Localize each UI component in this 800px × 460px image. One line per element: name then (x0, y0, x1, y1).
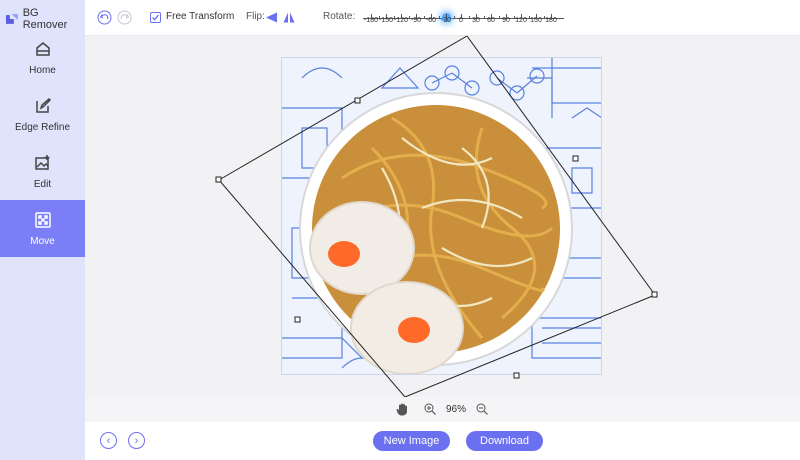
undo-icon[interactable] (97, 10, 112, 25)
app-title: BG Remover (22, 7, 68, 31)
brand: BG Remover (4, 7, 85, 31)
flip-vertical-icon[interactable] (283, 12, 295, 23)
rotate-tick-label: -180 (363, 17, 379, 24)
download-button[interactable]: Download (466, 431, 543, 451)
rotate-minor-tick (408, 16, 410, 19)
rotate-slider[interactable]: -180 -150 -120 -90 -60 -30 0 30 60 90 120 150 180 (361, 5, 566, 31)
rotate-tick-label: -30 (440, 17, 452, 24)
image-edit-icon (34, 154, 49, 170)
sidebar-item-move[interactable]: Move (0, 200, 85, 257)
rotate-label: Rotate: (323, 11, 356, 22)
transform-handle[interactable] (651, 291, 658, 298)
rotate-tick-label: 180 (545, 17, 557, 24)
canvas[interactable] (85, 36, 800, 397)
rotate-tick-label: 0 (459, 17, 463, 24)
noodle-bowl-image (282, 58, 601, 374)
sidebar: BG Remover Home Edge Refine Edit Move (0, 0, 85, 460)
edge-refine-icon (35, 97, 51, 113)
rotate-minor-tick (483, 16, 485, 19)
transform-handle[interactable] (215, 176, 222, 183)
chevron-right-icon: › (134, 434, 139, 447)
rotate-tick-label: -150 (378, 17, 394, 24)
redo-icon[interactable] (117, 10, 132, 25)
zoom-level: 96% (446, 404, 467, 415)
free-transform-label: Free Transform (166, 11, 235, 22)
rotate-tick-label: 30 (472, 17, 480, 24)
rotate-tick-label: -120 (393, 17, 409, 24)
next-button[interactable]: › (128, 432, 145, 449)
previous-button[interactable]: ‹ (100, 432, 117, 449)
free-transform-checkbox[interactable] (150, 12, 161, 23)
hand-pan-icon[interactable] (396, 403, 408, 416)
rotate-minor-tick (468, 16, 470, 19)
sidebar-item-edge-refine[interactable]: Edge Refine (0, 86, 85, 143)
checkmark-icon (152, 14, 160, 21)
food-image[interactable] (281, 57, 602, 375)
rotate-minor-tick (498, 16, 500, 19)
rotate-tick-label: 120 (515, 17, 527, 24)
rotate-tick-label: 60 (487, 17, 495, 24)
rotate-tick-label: 150 (530, 17, 542, 24)
chevron-left-icon: ‹ (106, 434, 111, 447)
zoom-bar: 96% (85, 397, 800, 422)
zoom-in-icon[interactable] (424, 403, 436, 415)
logo-icon (5, 14, 18, 24)
flip-label: Flip: (246, 11, 265, 22)
sidebar-item-label: Home (29, 64, 56, 76)
zoom-out-icon[interactable] (476, 403, 488, 415)
rotate-tick-label: -60 (425, 17, 437, 24)
sidebar-item-label: Edge Refine (14, 121, 71, 133)
rotate-minor-tick (453, 16, 455, 19)
sidebar-item-label: Edit (33, 178, 52, 190)
rotate-tick-label: -90 (410, 17, 422, 24)
home-icon (35, 41, 50, 56)
bottom-bar: ‹ › New Image Download (85, 422, 800, 460)
sidebar-item-edit[interactable]: Edit (0, 143, 85, 200)
rotate-tick-label: 90 (502, 17, 510, 24)
sidebar-item-label: Move (30, 235, 55, 247)
rotate-minor-tick (423, 16, 425, 19)
sidebar-item-home[interactable]: Home (0, 29, 85, 86)
new-image-button[interactable]: New Image (373, 431, 450, 451)
toolbar: Free Transform Flip: Rotate: -180 -150 -12… (85, 0, 800, 36)
move-arrows-icon (34, 211, 51, 228)
rotate-minor-tick (438, 16, 440, 19)
flip-horizontal-icon[interactable] (266, 12, 278, 23)
